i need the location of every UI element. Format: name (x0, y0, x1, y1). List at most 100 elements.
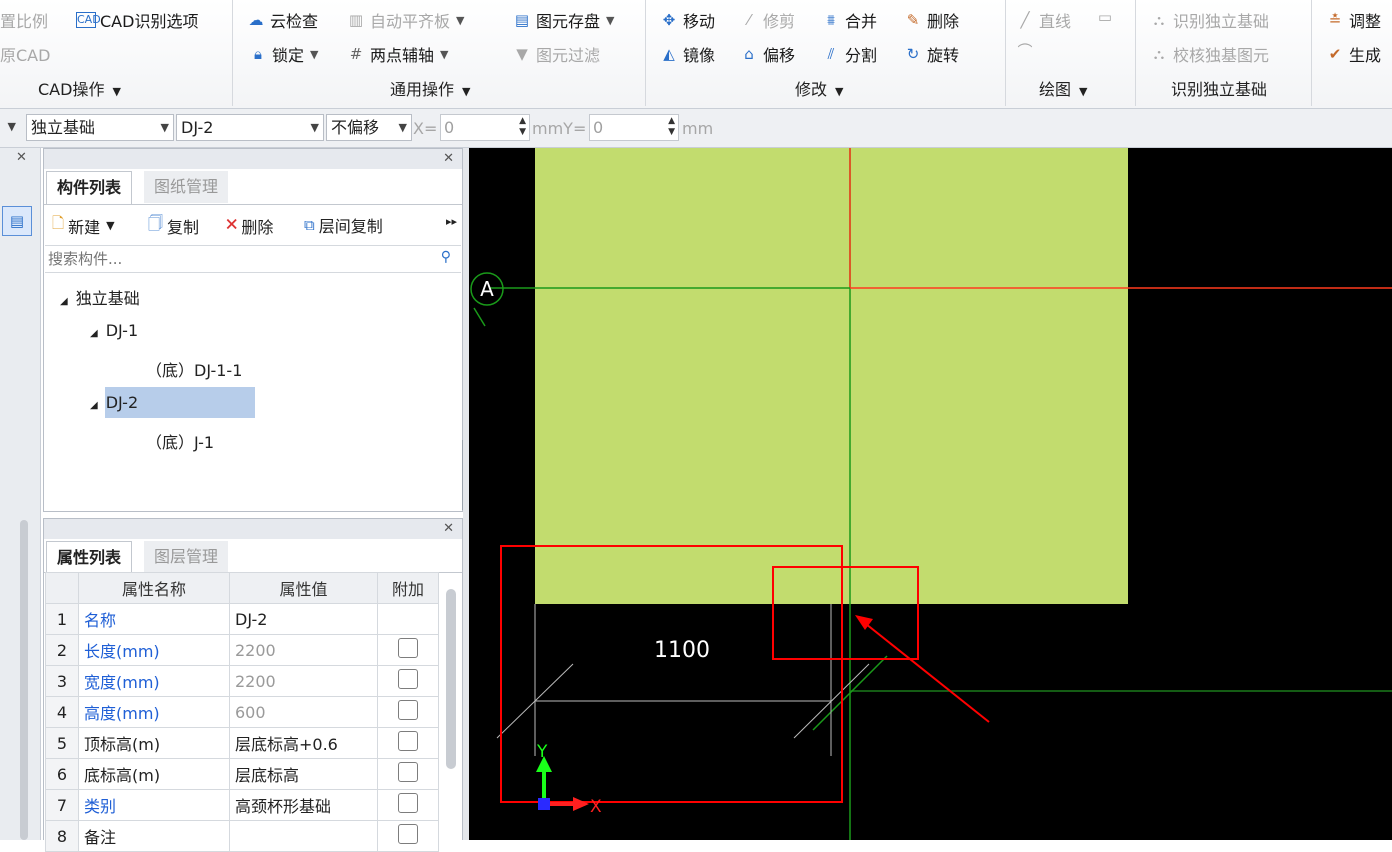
table-row[interactable]: 4 高度(mm) 600 (45, 696, 439, 728)
copy-button[interactable]: 🗍 复制 (148, 213, 199, 238)
close-icon[interactable]: ✕ (443, 521, 454, 536)
attach-checkbox[interactable] (398, 700, 418, 720)
axis-tick (473, 307, 486, 327)
property-value[interactable] (229, 820, 378, 852)
split-button[interactable]: ⫽ 分割 (821, 42, 877, 66)
attach-checkbox[interactable] (398, 824, 418, 844)
property-toolbar: ▼ 独立基础 ▼ DJ-2 ▼ 不偏移 ▼ X= 0 ▲ ▼ mmY= 0 ▲ ▼ mm (0, 109, 1392, 148)
search-input[interactable] (45, 246, 420, 272)
chevron-down-icon: ▼ (456, 13, 465, 27)
lock-button[interactable]: 🔒︎ 锁定 ▼ (248, 42, 318, 66)
table-row[interactable]: 2 长度(mm) 2200 (45, 634, 439, 666)
table-row[interactable]: 3 宽度(mm) 2200 (45, 665, 439, 697)
draw-group-label[interactable]: 绘图 ▼ (1039, 76, 1087, 100)
identify-icon: ⛬ (1153, 11, 1165, 29)
property-scrollbar[interactable] (446, 589, 456, 769)
new-button[interactable]: 🗋 新建 ▼ (52, 213, 115, 238)
property-value[interactable]: 层底标高 (229, 758, 378, 790)
rectangle-button[interactable]: ▭ (1095, 8, 1119, 26)
rectangle-icon: ▭ (1097, 8, 1113, 26)
floor-combo[interactable]: ▼ (0, 114, 24, 141)
property-value[interactable]: 2200 (229, 634, 378, 666)
align-icon: ▥ (348, 11, 364, 29)
tree-node-root[interactable]: ◢ 独立基础 (60, 285, 140, 309)
tree-node-dj1[interactable]: ◢ DJ-1 (90, 321, 138, 340)
ribbon-group-cad: 置比例 CAD CAD识别选项 原CAD CAD操作 ▼ (0, 0, 233, 106)
attach-checkbox[interactable] (398, 669, 418, 689)
property-value[interactable]: 层底标高+0.6 (229, 727, 378, 759)
strip-scrollbar[interactable] (20, 520, 28, 840)
table-row[interactable]: 5 顶标高(m) 层底标高+0.6 (45, 727, 439, 759)
attach-checkbox[interactable] (398, 731, 418, 751)
table-row[interactable]: 6 底标高(m) 层底标高 (45, 758, 439, 790)
tree-node-dj2[interactable]: ◢ DJ-2 (90, 393, 138, 412)
copy-icon: 🗍 (148, 214, 163, 232)
generate-button[interactable]: ✔ 生成 (1325, 42, 1381, 66)
attach-checkbox[interactable] (398, 762, 418, 782)
merge-button[interactable]: ⩩ 合并 (821, 8, 877, 32)
modify-group-label[interactable]: 修改 ▼ (795, 76, 843, 100)
generate-icon: ✔ (1328, 45, 1342, 63)
arc-button[interactable]: ⌒ (1015, 42, 1039, 60)
floor-copy-button[interactable]: ⧉ 层间复制 (304, 213, 383, 237)
cad-group-label[interactable]: CAD操作 ▼ (38, 76, 121, 100)
expand-icon[interactable]: ◢ (60, 296, 68, 307)
two-point-axis-button[interactable]: # 两点辅轴 ▼ (346, 42, 449, 66)
attach-checkbox[interactable] (398, 638, 418, 658)
foundation-dj2[interactable] (535, 148, 1128, 604)
tab-component-list[interactable]: 构件列表 (46, 171, 133, 204)
cloud-check-button[interactable]: ☁ 云检查 (246, 8, 319, 32)
delete-component-button[interactable]: 🗙 删除 (226, 213, 273, 238)
property-value[interactable]: DJ-2 (229, 603, 378, 635)
property-name: 宽度(mm) (78, 665, 230, 697)
x-offset-input[interactable]: 0 ▲ ▼ (440, 114, 530, 141)
close-icon[interactable]: ✕ (443, 151, 454, 166)
table-row[interactable]: 8 备注 (45, 820, 439, 852)
offset-mode-combo[interactable]: 不偏移 ▼ (326, 114, 412, 141)
tree-node-dj1-child[interactable]: （底）DJ-1-1 (146, 357, 242, 381)
offset-button[interactable]: ⌂ 偏移 (739, 42, 795, 66)
tab-property-list[interactable]: 属性列表 (46, 541, 133, 574)
trim-button[interactable]: ⁄ 修剪 (739, 8, 795, 32)
spinner-icon[interactable]: ▲ ▼ (668, 116, 675, 138)
tab-layer-management[interactable]: 图层管理 (144, 541, 229, 573)
scale-button[interactable]: 置比例 (0, 8, 48, 32)
search-icon[interactable]: ⚲ (441, 249, 451, 265)
close-icon[interactable]: ✕ (16, 150, 27, 165)
auto-align-button[interactable]: ▥ 自动平齐板 ▼ (346, 8, 465, 32)
cad-options-label: CAD识别选项 (100, 12, 199, 31)
component-name-combo[interactable]: DJ-2 ▼ (176, 114, 324, 141)
mirror-button[interactable]: ◭ 镜像 (659, 42, 715, 66)
tab-drawing-management[interactable]: 图纸管理 (144, 171, 229, 203)
move-button[interactable]: ✥ 移动 (659, 8, 715, 32)
expand-icon[interactable]: ◢ (90, 400, 98, 411)
tree-node-dj2-child[interactable]: （底）J-1 (146, 429, 214, 453)
element-filter-button[interactable]: ▼ 图元过滤 (512, 42, 600, 66)
property-value[interactable]: 600 (229, 696, 378, 728)
general-group-label[interactable]: 通用操作 ▼ (390, 76, 470, 100)
component-nav-icon[interactable]: ▤ (2, 206, 32, 236)
dimension-text: 1100 (654, 638, 710, 663)
adjust-icon: ≛ (1328, 11, 1342, 29)
check-foundation-button[interactable]: ⛬ 校核独基图元 (1149, 42, 1269, 66)
table-row[interactable]: 7 类别 高颈杯形基础 (45, 789, 439, 821)
drawing-canvas[interactable]: A 1100 Y X (469, 148, 1392, 840)
element-save-button[interactable]: ▤ 图元存盘 ▼ (512, 8, 615, 32)
adjust-button[interactable]: ≛ 调整 (1325, 8, 1381, 32)
property-name: 长度(mm) (78, 634, 230, 666)
original-cad-button[interactable]: 原CAD (0, 42, 50, 66)
component-type-combo[interactable]: 独立基础 ▼ (26, 114, 174, 141)
expand-icon[interactable]: ◢ (90, 328, 98, 339)
identify-foundation-button[interactable]: ⛬ 识别独立基础 (1149, 8, 1269, 32)
attach-checkbox[interactable] (398, 793, 418, 813)
cad-options-button[interactable]: CAD CAD识别选项 (76, 8, 198, 32)
more-icon[interactable]: ▸▸ (446, 215, 457, 228)
line-button[interactable]: ╱ 直线 (1015, 8, 1071, 32)
property-value[interactable]: 高颈杯形基础 (229, 789, 378, 821)
table-row[interactable]: 1 名称 DJ-2 (45, 603, 439, 635)
property-value[interactable]: 2200 (229, 665, 378, 697)
spinner-icon[interactable]: ▲ ▼ (519, 116, 526, 138)
delete-button[interactable]: ✎ 删除 (903, 8, 959, 32)
y-offset-input[interactable]: 0 ▲ ▼ (589, 114, 679, 141)
rotate-button[interactable]: ↻ 旋转 (903, 42, 959, 66)
